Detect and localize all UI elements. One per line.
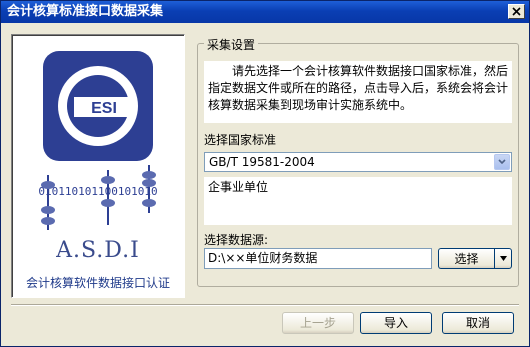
logo-panel: ESI 010110101100101010 A.S.D.I 会计核算软件数据接… — [11, 34, 185, 298]
source-path-input[interactable]: D:\××单位财务数据 — [204, 248, 432, 269]
prev-button[interactable]: 上一步 — [282, 312, 354, 334]
chevron-down-icon — [498, 159, 506, 165]
import-button[interactable]: 导入 — [360, 312, 432, 334]
standard-dropdown-button[interactable] — [494, 154, 510, 170]
chevron-down-icon — [499, 256, 507, 261]
browse-dropdown-button[interactable] — [494, 248, 512, 269]
browse-button[interactable]: 选择 — [438, 248, 494, 269]
cancel-button[interactable]: 取消 — [442, 312, 514, 334]
group-title: 采集设置 — [204, 36, 259, 53]
footer-separator — [11, 304, 519, 306]
binary-text: 010110101100101010 — [38, 185, 157, 198]
standard-label: 选择国家标准 — [204, 133, 277, 147]
window-title: 会计核算标准接口数据采集 — [7, 4, 164, 19]
source-label: 选择数据源: — [204, 233, 269, 247]
standard-selected-value: GB/T 19581-2004 — [209, 155, 315, 169]
logo-caption: 会计核算软件数据接口认证 — [25, 276, 170, 290]
close-button[interactable] — [508, 4, 525, 19]
source-path-value: D:\××单位财务数据 — [208, 251, 318, 265]
standard-select[interactable]: GB/T 19581-2004 — [204, 152, 512, 172]
dialog-window: 会计核算标准接口数据采集 ESI 010110101100101010 A.S.… — [0, 0, 530, 347]
instructions-text: 请先选择一个会计核算软件数据接口国家标准，然后指定数据文件或所在的路径，点击导入… — [204, 61, 512, 123]
esi-logo: ESI 010110101100101010 — [38, 51, 158, 230]
title-bar[interactable]: 会计核算标准接口数据采集 — [1, 1, 529, 23]
close-icon — [512, 7, 521, 16]
asdi-text: A.S.D.I — [56, 238, 140, 263]
standard-description: 企事业单位 — [204, 177, 512, 225]
badge-text: ESI — [91, 100, 117, 117]
